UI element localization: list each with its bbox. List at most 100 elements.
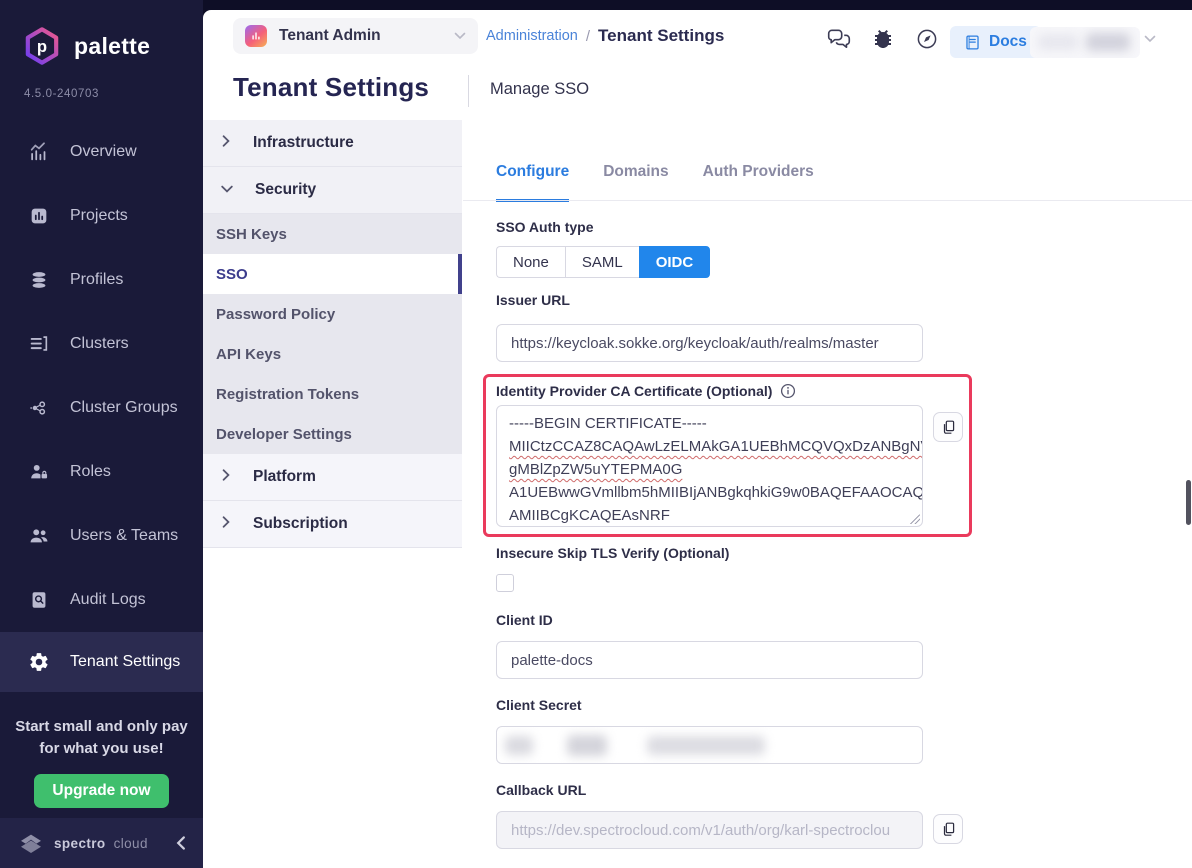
settings-nav-registration-tokens[interactable]: Registration Tokens (203, 374, 462, 414)
settings-nav-sso[interactable]: SSO (203, 254, 462, 294)
issuer-url-label: Issuer URL (496, 292, 570, 308)
settings-nav-ssh-keys[interactable]: SSH Keys (203, 214, 462, 254)
settings-nav-developer-settings[interactable]: Developer Settings (203, 414, 462, 454)
sidebar-item-label: Cluster Groups (70, 399, 178, 417)
spectro-cloud-logo-icon (16, 828, 46, 858)
cluster-groups-icon (28, 397, 50, 419)
skip-tls-label: Insecure Skip TLS Verify (Optional) (496, 545, 729, 561)
settings-nav-security[interactable]: Security (203, 167, 462, 214)
settings-nav-api-keys[interactable]: API Keys (203, 334, 462, 374)
ca-certificate-textarea[interactable]: -----BEGIN CERTIFICATE----- MIICtzCCAZ8C… (496, 405, 923, 527)
main-panel: Tenant Admin Administration / Tenant Set… (203, 10, 1192, 868)
collapse-sidebar-icon[interactable] (175, 836, 187, 850)
sidebar-item-label: Clusters (70, 335, 129, 353)
tab-domains[interactable]: Domains (603, 163, 668, 202)
sidebar-footer: spectro cloud (0, 818, 203, 868)
ca-certificate-label: Identity Provider CA Certificate (Option… (496, 383, 772, 399)
upgrade-message: Start small and only pay for what you us… (0, 716, 203, 760)
tab-auth-providers[interactable]: Auth Providers (703, 163, 814, 202)
version-label: 4.5.0-240703 (24, 88, 99, 100)
sso-configure-panel: Configure Domains Auth Providers SSO Aut… (463, 120, 1192, 868)
overview-icon (28, 141, 50, 163)
client-secret-input-redacted[interactable] (496, 726, 923, 764)
sidebar-item-label: Audit Logs (70, 591, 146, 609)
sidebar-item-tenant-settings[interactable]: Tenant Settings (0, 632, 203, 692)
sidebar-item-label: Overview (70, 143, 137, 161)
docs-book-icon (964, 34, 981, 51)
tab-configure[interactable]: Configure (496, 163, 569, 202)
logo-wordmark: palette (74, 33, 150, 60)
info-icon[interactable] (780, 383, 796, 399)
sso-auth-type-label: SSO Auth type (496, 219, 594, 235)
copy-certificate-button[interactable] (933, 412, 963, 442)
issuer-url-input[interactable] (496, 324, 923, 362)
bug-report-icon[interactable] (870, 26, 896, 52)
sidebar-item-label: Projects (70, 207, 128, 225)
sidebar-item-label: Users & Teams (70, 527, 178, 545)
callback-url-input (496, 811, 923, 849)
sidebar-item-label: Tenant Settings (70, 653, 180, 671)
subpage-title: Manage SSO (490, 80, 589, 99)
projects-icon (28, 205, 50, 227)
svg-text:p: p (37, 37, 47, 56)
skip-tls-checkbox[interactable] (496, 574, 514, 592)
tenant-admin-icon (245, 25, 267, 47)
auth-type-saml-button[interactable]: SAML (565, 246, 639, 278)
tab-divider (463, 200, 1192, 201)
palette-logo: p palette (22, 26, 150, 66)
user-menu-chevron-down-icon[interactable] (1144, 35, 1156, 43)
header-divider (468, 75, 469, 107)
feedback-chat-icon[interactable] (826, 26, 852, 52)
sidebar-item-label: Profiles (70, 271, 123, 289)
users-teams-icon (28, 525, 50, 547)
page-title: Tenant Settings (233, 72, 429, 103)
settings-nav-infrastructure[interactable]: Infrastructure (203, 120, 462, 167)
auth-type-none-button[interactable]: None (496, 246, 565, 278)
auth-type-oidc-button[interactable]: OIDC (639, 246, 711, 278)
client-id-input[interactable] (496, 641, 923, 679)
sidebar-item-overview[interactable]: Overview (0, 120, 203, 184)
settings-nav-password-policy[interactable]: Password Policy (203, 294, 462, 334)
sidebar-item-roles[interactable]: Roles (0, 440, 203, 504)
sidebar-item-label: Roles (70, 463, 111, 481)
app-root: p palette 4.5.0-240703 Overview Projects… (0, 0, 1192, 868)
breadcrumb-administration[interactable]: Administration (486, 28, 578, 44)
settings-nav-platform[interactable]: Platform (203, 454, 462, 501)
upgrade-now-button[interactable]: Upgrade now (34, 774, 168, 808)
explore-compass-icon[interactable] (914, 26, 940, 52)
sidebar-item-users-teams[interactable]: Users & Teams (0, 504, 203, 568)
docs-button[interactable]: Docs (950, 26, 1041, 58)
breadcrumb-current: Tenant Settings (598, 26, 724, 46)
breadcrumb-separator: / (586, 28, 590, 45)
brand-name: spectro (54, 836, 106, 851)
clusters-icon (28, 333, 50, 355)
palette-logo-icon: p (22, 26, 62, 66)
tab-bar: Configure Domains Auth Providers (496, 163, 814, 202)
chevron-down-icon (221, 181, 233, 199)
profiles-icon (28, 269, 50, 291)
settings-nav: Infrastructure Security SSH Keys SSO Pas… (203, 120, 462, 548)
sidebar: p palette 4.5.0-240703 Overview Projects… (0, 0, 203, 868)
sidebar-item-clusters[interactable]: Clusters (0, 312, 203, 376)
sidebar-nav: Overview Projects Profiles Clusters Clus… (0, 120, 203, 692)
settings-nav-subscription[interactable]: Subscription (203, 501, 462, 548)
chevron-right-icon (221, 468, 231, 486)
chevron-right-icon (221, 134, 231, 152)
callback-url-label: Callback URL (496, 782, 586, 798)
sidebar-item-projects[interactable]: Projects (0, 184, 203, 248)
scope-selector[interactable]: Tenant Admin (233, 18, 478, 54)
sidebar-item-audit-logs[interactable]: Audit Logs (0, 568, 203, 632)
user-menu-redacted[interactable] (1030, 27, 1140, 58)
sidebar-item-profiles[interactable]: Profiles (0, 248, 203, 312)
sidebar-item-cluster-groups[interactable]: Cluster Groups (0, 376, 203, 440)
chevron-down-icon (454, 32, 466, 40)
chevron-right-icon (221, 515, 231, 533)
upgrade-panel: Start small and only pay for what you us… (0, 716, 203, 808)
gear-icon (28, 651, 50, 673)
scrollbar-thumb[interactable] (1186, 480, 1191, 525)
breadcrumb: Administration / Tenant Settings (486, 10, 724, 62)
copy-callback-url-button[interactable] (933, 814, 963, 844)
audit-logs-icon (28, 589, 50, 611)
scope-selector-label: Tenant Admin (279, 27, 381, 45)
roles-icon (28, 461, 50, 483)
